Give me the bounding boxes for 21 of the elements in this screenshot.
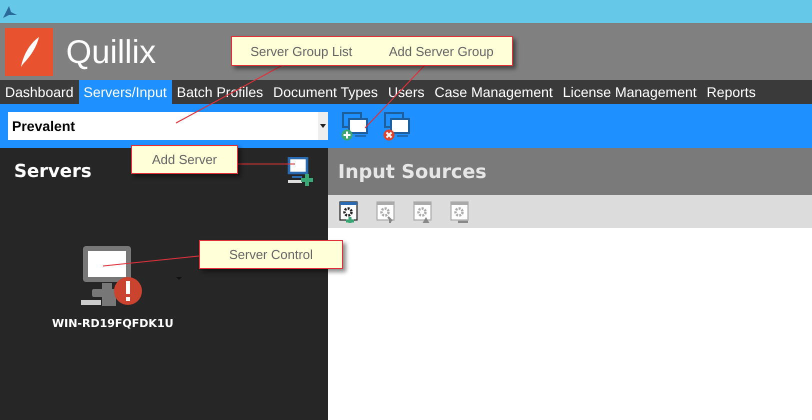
callout-label: Add Server Group xyxy=(388,44,494,58)
callout-label: Add Server xyxy=(152,152,218,167)
nav-tab[interactable]: Case Management xyxy=(430,80,558,104)
app-name: Quillix xyxy=(66,32,156,70)
server-name: WIN-RD19FQFDK1U xyxy=(52,317,174,330)
remove-group-icon[interactable] xyxy=(382,111,412,141)
nav-tab[interactable]: License Management xyxy=(558,80,702,104)
dropdown-caret-icon xyxy=(320,124,326,128)
bird-icon xyxy=(3,6,17,18)
callout-label: Server Group List xyxy=(250,44,352,58)
server-group-dropdown[interactable]: Prevalent xyxy=(8,112,328,140)
panel-title: Servers xyxy=(14,161,92,182)
add-server-icon[interactable] xyxy=(286,156,314,186)
panel-header: Input Sources xyxy=(328,148,812,195)
nav-tab[interactable]: Dashboard xyxy=(0,80,78,104)
callout-label: Server Control xyxy=(229,247,313,262)
nav-tab[interactable]: Document Types xyxy=(268,80,383,104)
nav-tab[interactable]: Reports xyxy=(702,80,761,104)
quill-logo-icon xyxy=(5,28,53,76)
settings-icon[interactable] xyxy=(339,200,359,222)
add-group-icon[interactable] xyxy=(340,111,370,141)
